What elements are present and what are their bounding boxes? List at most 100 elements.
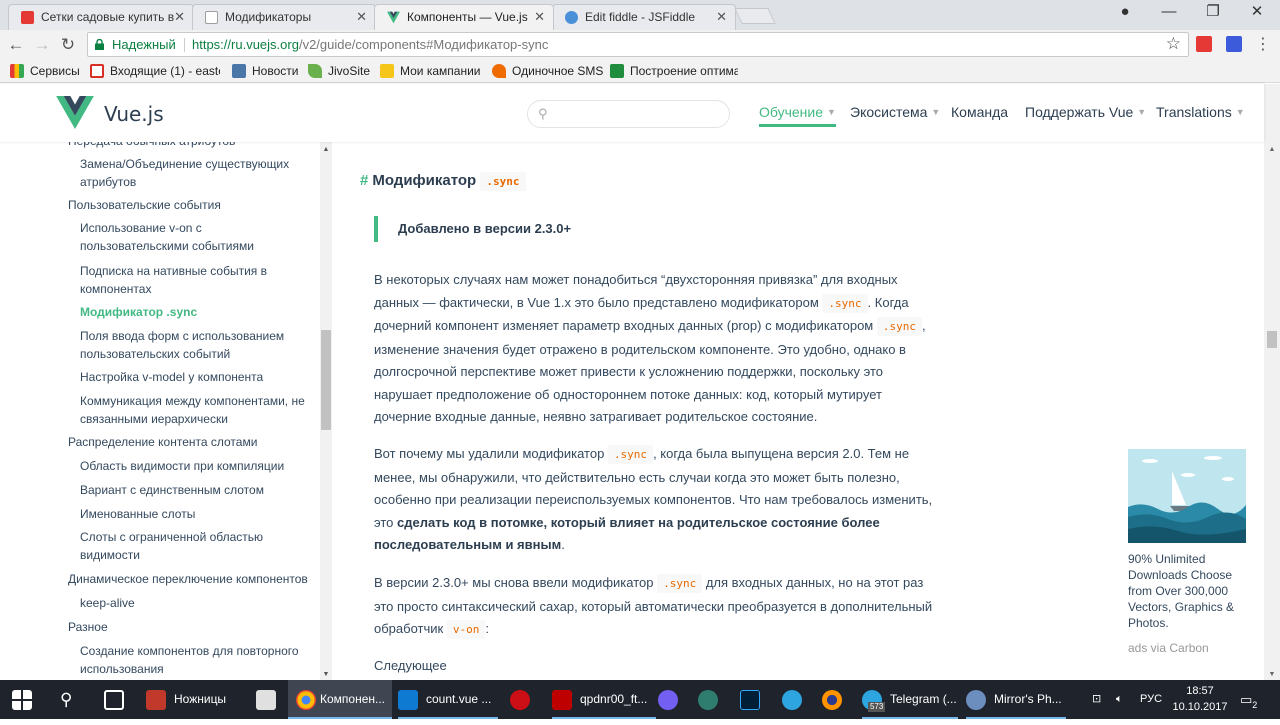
address-bar[interactable]: Надежный https://ru.vuejs.org/v2/guide/c… <box>87 32 1189 57</box>
nav-label: Translations <box>1156 104 1232 120</box>
viber-icon[interactable] <box>658 690 678 710</box>
sidebar-item[interactable]: Замена/Объединение существующих атрибуто… <box>80 155 310 191</box>
close-icon[interactable]: ✕ <box>716 5 727 29</box>
site-brand[interactable]: Vue.js <box>104 102 164 126</box>
tab-modifiers[interactable]: Модификаторы ✕ <box>192 4 376 30</box>
sidebar-item[interactable]: Область видимости при компиляции <box>80 457 310 475</box>
bookmark-jivosite[interactable]: JivoSite <box>308 59 370 83</box>
profile-icon[interactable]: ● <box>1102 0 1148 26</box>
volume-icon[interactable]: 🔈︎ <box>1116 680 1123 719</box>
anchor-link[interactable]: # <box>360 172 368 189</box>
sidebar-item[interactable]: Распределение контента слотами <box>68 433 308 451</box>
tab-jsfiddle[interactable]: Edit fiddle - JSFiddle ✕ <box>552 4 736 30</box>
new-tab-button[interactable] <box>734 8 776 24</box>
paragraph: Вот почему мы удалили модификатор .sync,… <box>374 443 940 557</box>
extension-icon[interactable] <box>1196 36 1212 52</box>
page-scrollbar[interactable]: ▲ ▼ <box>1264 84 1280 680</box>
taskbar-telegram[interactable]: Telegram (... 573 <box>862 680 958 719</box>
inline-code: .sync <box>607 445 654 464</box>
app-label: Telegram (... <box>890 692 957 706</box>
clock[interactable]: 18:57 10.10.2017 <box>1172 683 1228 715</box>
extension-info-icon[interactable] <box>1226 36 1242 52</box>
sidebar-item[interactable]: Динамическое переключение компонентов <box>68 570 308 588</box>
language-indicator[interactable]: РУС <box>1140 680 1162 719</box>
sidebar-item[interactable]: Поля ввода форм с использованием пользов… <box>80 327 310 363</box>
inline-code: .sync <box>480 172 526 191</box>
notifications-icon[interactable]: ▭2 <box>1240 680 1257 725</box>
bookmark-campaigns[interactable]: Мои кампании <box>380 59 480 83</box>
photoshop-icon[interactable] <box>740 690 760 710</box>
taskbar-chrome[interactable]: Компонен... <box>288 680 392 719</box>
bookmark-star-icon[interactable]: ☆ <box>1166 33 1181 55</box>
scroll-up-icon[interactable]: ▲ <box>320 146 332 153</box>
reload-button[interactable]: ↻ <box>57 34 79 56</box>
carbon-ad[interactable]: 90% Unlimited Downloads Choose from Over… <box>1128 449 1246 655</box>
scrollbar-thumb[interactable] <box>1267 331 1277 348</box>
ad-via[interactable]: ads via Carbon <box>1128 641 1246 655</box>
sidebar-item[interactable]: keep-alive <box>80 594 310 612</box>
bookmark-label: Сервисы <box>30 64 80 78</box>
sidebar-item[interactable]: Настройка v-model у компонента <box>80 368 310 386</box>
network-icon[interactable]: ⊡ <box>1092 680 1101 719</box>
minimize-button[interactable]: — <box>1146 0 1192 26</box>
sidebar-item[interactable]: Создание компонентов для повторного испо… <box>80 642 310 678</box>
bookmark-inbox[interactable]: Входящие (1) - easte <box>90 59 220 83</box>
opera-icon[interactable] <box>510 690 530 710</box>
calculator-icon[interactable] <box>256 690 276 710</box>
maximize-button[interactable]: ❐ <box>1190 0 1236 26</box>
bookmark-sms[interactable]: Одиночное SMS <box>492 59 603 83</box>
nav-learn[interactable]: Обучение ▼ <box>759 104 836 127</box>
close-icon[interactable]: ✕ <box>356 5 367 29</box>
taskbar-mirror[interactable]: Mirror's Ph... <box>966 680 1066 719</box>
sidebar-item[interactable]: Пользовательские события <box>68 196 308 214</box>
sidebar-item[interactable]: Подписка на нативные события в компонент… <box>80 262 310 298</box>
nav-team[interactable]: Команда <box>951 104 1008 120</box>
scroll-down-icon[interactable]: ▼ <box>320 671 332 678</box>
sidebar-item[interactable]: Вариант с единственным слотом <box>80 481 310 499</box>
url-text[interactable]: https://ru.vuejs.org/v2/guide/components… <box>192 33 548 56</box>
forward-button[interactable]: → <box>31 34 53 56</box>
task-view-icon[interactable] <box>104 690 124 710</box>
windows-start-icon[interactable] <box>12 690 32 710</box>
sidebar-item[interactable]: Использование v-on с пользовательскими с… <box>80 219 310 255</box>
taskbar-vscode[interactable]: count.vue ... <box>398 680 498 719</box>
notification-count: 2 <box>1252 700 1258 710</box>
bookmark-services[interactable]: Сервисы <box>10 59 80 83</box>
sidebar-item[interactable]: Коммуникация между компонентами, не связ… <box>80 392 310 428</box>
search-input[interactable]: ⚲ <box>527 100 730 128</box>
close-icon[interactable]: ✕ <box>534 5 545 29</box>
gmail-icon <box>90 64 104 78</box>
firefox-icon[interactable] <box>822 690 842 710</box>
nav-translations[interactable]: Translations ▼ <box>1156 104 1245 120</box>
telegram-icon[interactable] <box>782 690 802 710</box>
nav-support-vue[interactable]: Поддержать Vue ▼ <box>1025 104 1146 120</box>
tab-vue-components[interactable]: Компоненты — Vue.js ✕ <box>374 4 554 30</box>
taskbar-snipping-tool[interactable]: Ножницы <box>146 680 250 719</box>
close-icon[interactable]: ✕ <box>174 5 185 29</box>
bookmark-optimization[interactable]: Построение оптима <box>610 59 738 83</box>
sidebar-item[interactable]: Именованные слоты <box>80 505 310 523</box>
heading-text: Модификатор <box>372 172 477 189</box>
ad-sailboat-image[interactable] <box>1128 449 1246 543</box>
sidebar-item[interactable]: Разное <box>68 618 308 636</box>
ad-text[interactable]: 90% Unlimited Downloads Choose from Over… <box>1128 551 1246 631</box>
vue-logo-icon[interactable] <box>56 96 94 129</box>
sidebar-scrollbar[interactable]: ▲ ▼ <box>320 142 332 680</box>
sidebar-item[interactable]: Передача обычных атрибутов <box>68 142 308 150</box>
nav-ecosystem[interactable]: Экосистема ▼ <box>850 104 940 120</box>
vue-logo-icon <box>387 11 400 24</box>
close-window-button[interactable]: ✕ <box>1234 0 1280 26</box>
scrollbar-thumb[interactable] <box>321 330 331 430</box>
back-button[interactable]: ← <box>5 34 27 56</box>
sidebar-item-active[interactable]: Модификатор .sync <box>80 303 310 321</box>
search-icon[interactable]: ⚲ <box>60 680 72 719</box>
scroll-up-icon[interactable]: ▲ <box>1264 146 1280 153</box>
scroll-down-icon[interactable]: ▼ <box>1264 671 1280 678</box>
bookmark-news[interactable]: Новости <box>232 59 298 83</box>
taskbar-filezilla[interactable]: qpdnr00_ft... <box>552 680 656 719</box>
tab-garden-nets[interactable]: Сетки садовые купить в ✕ <box>8 4 194 30</box>
site-header: Vue.js ⚲ Обучение ▼ Экосистема ▼ Команда П… <box>0 84 1264 142</box>
menu-icon[interactable]: ⋮ <box>1252 34 1274 56</box>
app-icon[interactable] <box>698 690 718 710</box>
sidebar-item[interactable]: Слоты с ограниченной областью видимости <box>80 528 310 564</box>
